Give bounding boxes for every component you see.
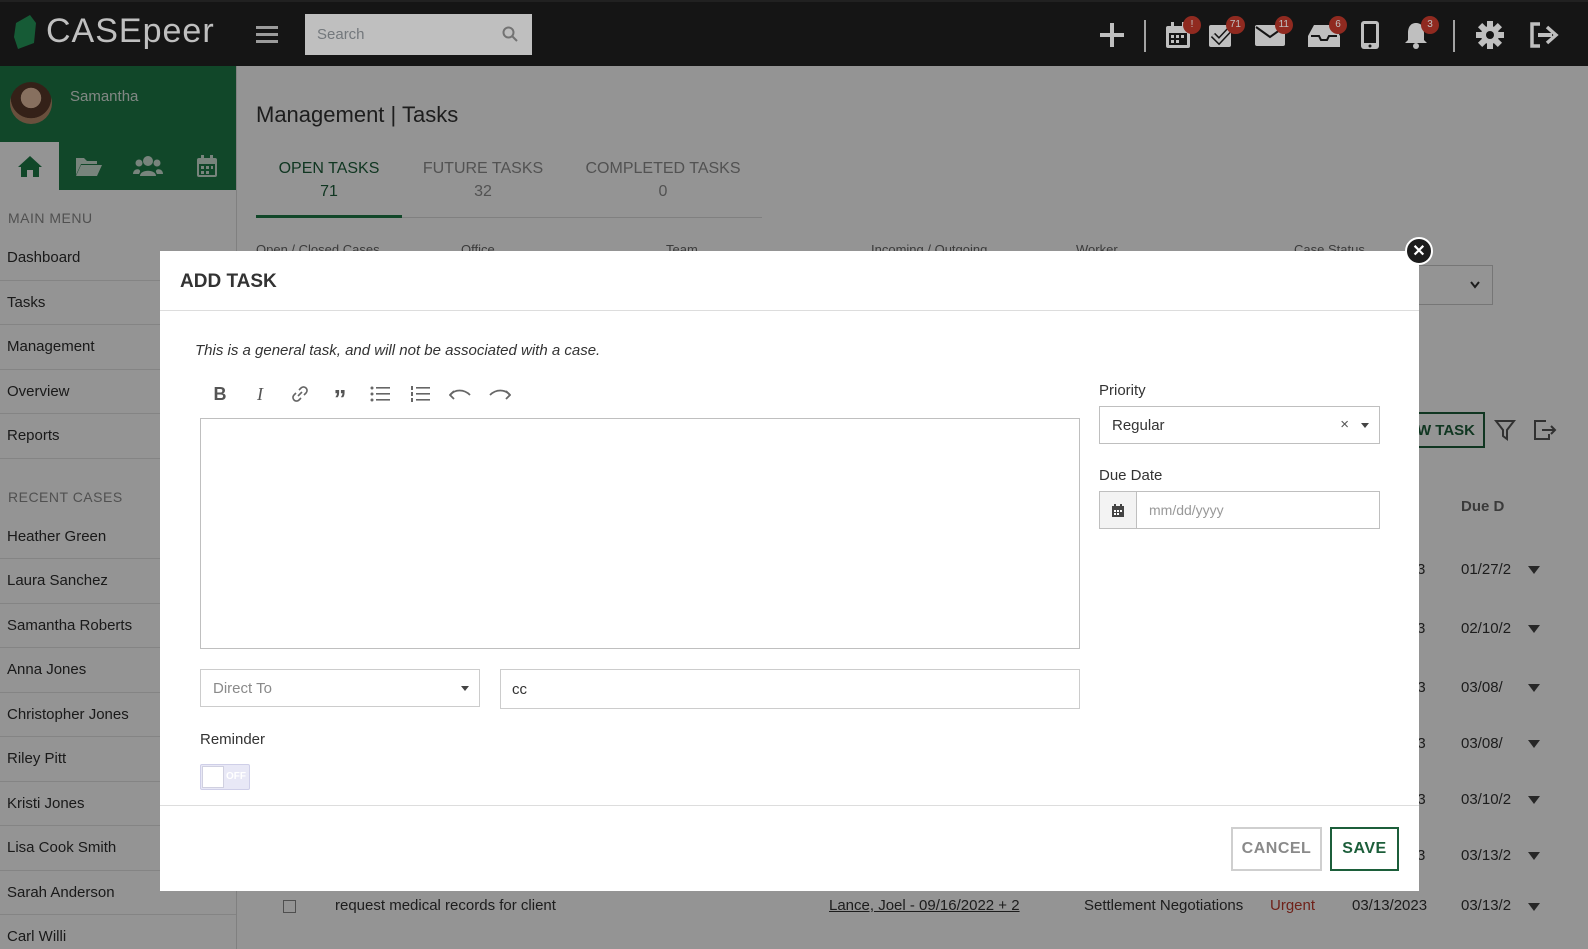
cc-input[interactable]: cc [500, 669, 1080, 709]
direct-to-placeholder: Direct To [213, 679, 272, 697]
priority-select[interactable]: Regular × [1099, 406, 1380, 444]
due-date-input[interactable]: mm/dd/yyyy [1137, 492, 1236, 528]
calendar-icon[interactable] [1100, 492, 1137, 528]
bullet-list-icon[interactable] [360, 379, 400, 409]
due-date-field[interactable]: mm/dd/yyyy [1099, 491, 1380, 529]
close-icon[interactable]: ✕ [1405, 237, 1433, 265]
italic-icon[interactable]: I [240, 379, 280, 409]
save-button[interactable]: SAVE [1330, 827, 1399, 871]
caret-down-icon [1361, 423, 1369, 428]
editor-toolbar: B I ” [200, 379, 520, 414]
task-description-editor[interactable] [200, 418, 1080, 649]
redo-icon[interactable] [480, 379, 520, 409]
undo-icon[interactable] [440, 379, 480, 409]
modal-title: ADD TASK [160, 251, 1419, 311]
due-date-label: Due Date [1099, 467, 1163, 484]
cancel-button[interactable]: CANCEL [1231, 827, 1322, 871]
caret-down-icon [461, 686, 469, 691]
general-task-note: This is a general task, and will not be … [195, 342, 601, 359]
direct-to-select[interactable]: Direct To [200, 669, 480, 707]
cc-value: cc [512, 680, 527, 698]
priority-label: Priority [1099, 382, 1146, 399]
toggle-state: OFF [226, 771, 246, 782]
priority-value: Regular [1112, 416, 1165, 434]
reminder-label: Reminder [200, 731, 266, 748]
bold-icon[interactable]: B [200, 379, 240, 409]
link-icon[interactable] [280, 379, 320, 409]
clear-icon[interactable]: × [1340, 416, 1349, 433]
toggle-knob [202, 766, 224, 788]
modal-footer-divider [160, 805, 1419, 806]
backdrop [0, 0, 1588, 66]
reminder-toggle[interactable]: OFF [200, 764, 250, 790]
quote-icon[interactable]: ” [320, 379, 360, 414]
add-task-modal: ADD TASK ✕ This is a general task, and w… [160, 237, 1433, 891]
numbered-list-icon[interactable] [400, 379, 440, 409]
